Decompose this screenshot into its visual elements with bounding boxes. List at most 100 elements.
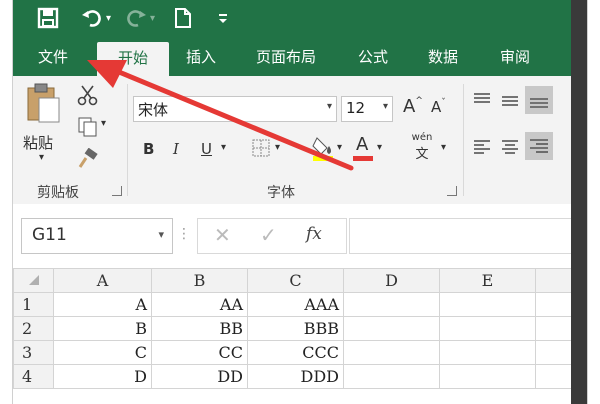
align-left-icon[interactable] <box>471 136 493 162</box>
formula-input[interactable] <box>349 218 587 254</box>
table-row: 1 A AA AAA <box>13 292 576 317</box>
formula-buttons: ✕ ✓ fx <box>197 218 347 254</box>
enter-icon[interactable]: ✓ <box>260 223 277 247</box>
format-painter-icon[interactable] <box>77 147 99 174</box>
cell-d2[interactable] <box>343 316 440 341</box>
row-header-2[interactable]: 2 <box>13 316 54 341</box>
font-name-combobox[interactable]: 宋体 ▾ <box>133 96 337 122</box>
column-header-b[interactable]: B <box>151 268 248 293</box>
paste-icon[interactable] <box>25 82 61 130</box>
shrink-font-button[interactable]: Aˇ <box>431 98 446 116</box>
row-header-4[interactable]: 4 <box>13 364 54 389</box>
cell-b3[interactable]: CC <box>151 340 248 365</box>
cell-e1[interactable] <box>439 292 536 317</box>
cell-a2[interactable]: B <box>53 316 152 341</box>
row-header-1[interactable]: 1 <box>13 292 54 317</box>
italic-button[interactable]: I <box>173 140 179 158</box>
clipboard-launcher-icon[interactable] <box>112 186 122 196</box>
row-header-3[interactable]: 3 <box>13 340 54 365</box>
grow-font-button[interactable]: A^ <box>403 96 423 117</box>
tab-formulas[interactable]: 公式 <box>345 38 401 76</box>
insert-function-button[interactable]: fx <box>306 224 322 244</box>
cell-b1[interactable]: AA <box>151 292 248 317</box>
cell-a3[interactable]: C <box>53 340 152 365</box>
tab-insert[interactable]: 插入 <box>173 38 229 76</box>
cell-c4[interactable]: DDD <box>247 364 344 389</box>
title-bar: ▾ ▾ <box>13 0 587 38</box>
cell-c3[interactable]: CCC <box>247 340 344 365</box>
tab-page-layout[interactable]: 页面布局 <box>243 38 329 76</box>
table-row: 3 C CC CCC <box>13 340 576 365</box>
name-box-dropdown-icon[interactable]: ▾ <box>158 228 164 241</box>
column-header-c[interactable]: C <box>247 268 344 293</box>
select-all-corner[interactable] <box>13 268 54 293</box>
column-header-row: A B C D E <box>13 268 576 293</box>
redo-dropdown-icon[interactable]: ▾ <box>150 6 155 30</box>
cell-a1[interactable]: A <box>53 292 152 317</box>
font-color-button[interactable]: A <box>351 134 375 162</box>
font-size-dropdown-icon[interactable]: ▾ <box>383 101 388 112</box>
align-middle-icon[interactable] <box>499 90 521 116</box>
new-document-icon[interactable] <box>173 6 193 30</box>
undo-icon[interactable] <box>81 6 103 30</box>
tab-data[interactable]: 数据 <box>415 38 471 76</box>
cell-c1[interactable]: AAA <box>247 292 344 317</box>
copy-dropdown-icon[interactable]: ▾ <box>101 118 106 129</box>
cell-b2[interactable]: BB <box>151 316 248 341</box>
cell-e4[interactable] <box>439 364 536 389</box>
column-header-d[interactable]: D <box>343 268 440 293</box>
shrink-font-label: A <box>431 98 442 116</box>
save-icon[interactable] <box>37 6 59 30</box>
font-launcher-icon[interactable] <box>447 186 457 196</box>
group-separator <box>127 84 128 196</box>
cell-d3[interactable] <box>343 340 440 365</box>
cell-e3[interactable] <box>439 340 536 365</box>
cell-d4[interactable] <box>343 364 440 389</box>
paste-dropdown-icon[interactable]: ▾ <box>39 152 44 163</box>
redo-icon[interactable] <box>125 6 147 30</box>
tab-home[interactable]: 开始 <box>97 42 169 76</box>
ribbon-home: 粘贴 ▾ ▾ 剪贴板 宋体 ▾ 12 ▾ A^ Aˇ B I U ▾ ▾ ▾ A… <box>13 76 587 205</box>
clipboard-group-label: 剪贴板 <box>37 185 79 201</box>
column-header-e[interactable]: E <box>439 268 536 293</box>
customize-dropdown-icon[interactable] <box>217 6 229 30</box>
name-box-value: G11 <box>32 225 67 245</box>
name-box[interactable]: G11 ▾ <box>21 218 173 254</box>
align-right-icon[interactable] <box>525 132 553 160</box>
phonetic-dropdown-icon[interactable]: ▾ <box>441 142 446 153</box>
borders-icon[interactable] <box>251 138 271 162</box>
paste-button[interactable]: 粘贴 <box>23 132 53 153</box>
tab-file[interactable]: 文件 <box>23 38 83 76</box>
align-bottom-icon[interactable] <box>525 86 553 114</box>
align-top-icon[interactable] <box>471 90 493 116</box>
cell-c2[interactable]: BBB <box>247 316 344 341</box>
cell-f3[interactable] <box>535 340 576 365</box>
cell-d1[interactable] <box>343 292 440 317</box>
cell-b4[interactable]: DD <box>151 364 248 389</box>
underline-button[interactable]: U <box>201 140 212 158</box>
font-name-dropdown-icon[interactable]: ▾ <box>327 101 332 112</box>
underline-dropdown-icon[interactable]: ▾ <box>221 142 226 153</box>
font-color-dropdown-icon[interactable]: ▾ <box>377 142 382 153</box>
cell-a4[interactable]: D <box>53 364 152 389</box>
tab-review[interactable]: 审阅 <box>487 38 543 76</box>
column-header-a[interactable]: A <box>53 268 152 293</box>
cell-f2[interactable] <box>535 316 576 341</box>
phonetic-button[interactable]: wén 文 <box>405 132 439 166</box>
cancel-icon[interactable]: ✕ <box>214 223 231 247</box>
borders-dropdown-icon[interactable]: ▾ <box>275 142 280 153</box>
align-center-icon[interactable] <box>499 136 521 162</box>
table-row: 2 B BB BBB <box>13 316 576 341</box>
font-name-value: 宋体 <box>138 101 169 119</box>
cell-f4[interactable] <box>535 364 576 389</box>
bold-button[interactable]: B <box>143 140 154 158</box>
undo-dropdown-icon[interactable]: ▾ <box>106 6 111 30</box>
cut-icon[interactable] <box>77 84 99 110</box>
fill-color-icon[interactable] <box>311 134 335 166</box>
cell-f1[interactable] <box>535 292 576 317</box>
column-header-f[interactable] <box>535 268 576 293</box>
cell-e2[interactable] <box>439 316 536 341</box>
font-size-combobox[interactable]: 12 ▾ <box>341 96 393 122</box>
copy-icon[interactable] <box>77 116 99 142</box>
fill-color-dropdown-icon[interactable]: ▾ <box>337 142 342 153</box>
